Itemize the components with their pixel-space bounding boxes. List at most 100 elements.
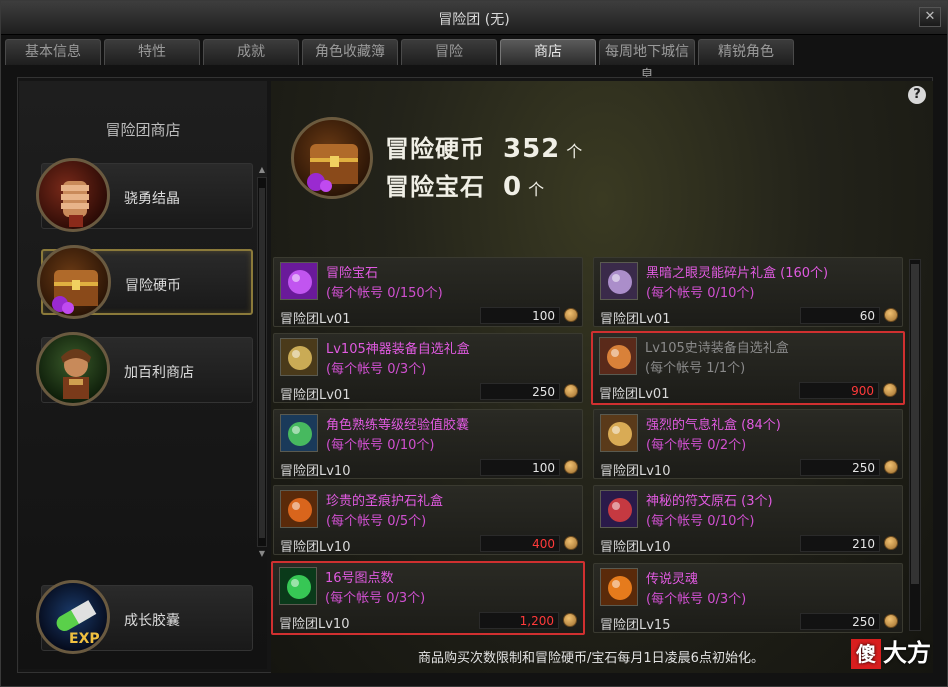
- tab-traits[interactable]: 特性: [104, 39, 200, 65]
- category-label: 加百利商店: [124, 365, 194, 381]
- coin-icon: [884, 308, 898, 322]
- item-purchase-limit: (每个帐号 1/1个): [645, 361, 746, 376]
- shop-item-card[interactable]: 16号图点数 (每个帐号 0/3个) 冒险团Lv10 1,200: [271, 561, 585, 635]
- item-name: 冒险宝石: [326, 266, 379, 281]
- tab-bar: 基本信息 特性 成就 角色收藏簿 冒险 商店 每周地下城信息 精锐角色: [5, 39, 794, 84]
- coin-icon: [563, 613, 577, 627]
- left-scroll-thumb[interactable]: [259, 188, 265, 538]
- exp-capsule-icon: EXP: [36, 580, 110, 654]
- item-price: 900: [851, 384, 874, 398]
- tab-elite-characters[interactable]: 精锐角色: [698, 39, 794, 65]
- category-valor-crystal[interactable]: 骁勇结晶: [36, 158, 253, 232]
- left-scrollbar[interactable]: [257, 177, 267, 547]
- item-scrollbar[interactable]: [909, 259, 921, 631]
- tab-shop[interactable]: 商店: [500, 39, 596, 65]
- item-level-requirement: 冒险团Lv10: [280, 464, 351, 479]
- shop-item-card[interactable]: 角色熟练等级经验值胶囊 (每个帐号 0/10个) 冒险团Lv10 100: [273, 409, 583, 479]
- shop-item-card[interactable]: 强烈的气息礼盒 (84个) (每个帐号 0/2个) 冒险团Lv10 250: [593, 409, 903, 479]
- category-gabriel-shop[interactable]: 加百利商店: [36, 332, 253, 406]
- tab-weekly-dungeon-info[interactable]: 每周地下城信息: [599, 39, 695, 84]
- item-name: 传说灵魂: [646, 572, 699, 587]
- item-level-requirement: 冒险团Lv10: [279, 617, 350, 632]
- coin-icon: [564, 536, 578, 550]
- shop-item-card[interactable]: Lv105史诗装备自选礼盒 (每个帐号 1/1个) 冒险团Lv01 900: [591, 331, 905, 405]
- item-price-box: 60: [800, 307, 880, 324]
- treasure-chest-icon: [37, 245, 111, 319]
- category-label: 骁勇结晶: [124, 191, 180, 207]
- item-purchase-limit: (每个帐号 0/10个): [646, 514, 755, 529]
- tab-achievements[interactable]: 成就: [203, 39, 299, 65]
- watermark-char: 傻: [851, 639, 881, 669]
- title-bar[interactable]: 冒险团 (无) ✕: [1, 1, 947, 35]
- item-price-box: 250: [480, 383, 560, 400]
- item-purchase-limit: (每个帐号 0/3个): [325, 591, 426, 606]
- item-purchase-limit: (每个帐号 0/10个): [326, 438, 435, 453]
- legendary-soul-icon: [600, 568, 638, 606]
- treasure-chest-icon: [291, 117, 373, 199]
- shop-item-card[interactable]: 冒险宝石 (每个帐号 0/150个) 冒险团Lv01 100: [273, 257, 583, 327]
- category-growth-capsule[interactable]: EXP 成长胶囊: [36, 580, 253, 654]
- shop-item-card[interactable]: 神秘的符文原石 (3个) (每个帐号 0/10个) 冒险团Lv10 210: [593, 485, 903, 555]
- item-name: 黑暗之眼灵能碎片礼盒 (160个): [646, 266, 829, 281]
- left-scroll-down-arrow[interactable]: ▼: [257, 549, 267, 559]
- item-price: 250: [852, 461, 875, 475]
- item-purchase-limit: (每个帐号 0/150个): [326, 286, 443, 301]
- adventure-gem-balance: 冒险宝石 0 个: [385, 167, 545, 202]
- item-level-requirement: 冒险团Lv10: [600, 464, 671, 479]
- coin-icon: [564, 384, 578, 398]
- tab-basic-info[interactable]: 基本信息: [5, 39, 101, 65]
- exp-capsule-icon: [280, 414, 318, 452]
- adventure-gem-label: 冒险宝石: [385, 173, 485, 201]
- adventure-coin-unit: 个: [566, 142, 584, 161]
- item-price-box: 100: [480, 459, 560, 476]
- item-level-requirement: 冒险团Lv01: [280, 388, 351, 403]
- shop-item-card[interactable]: 珍贵的圣痕护石礼盒 (每个帐号 0/5个) 冒险团Lv10 400: [273, 485, 583, 555]
- svg-text:EXP: EXP: [69, 631, 100, 647]
- help-icon[interactable]: ?: [908, 86, 926, 104]
- shop-item-card[interactable]: Lv105神器装备自选礼盒 (每个帐号 0/3个) 冒险团Lv01 250: [273, 333, 583, 403]
- item-level-requirement: 冒险团Lv01: [600, 312, 671, 327]
- item-price: 250: [852, 615, 875, 629]
- item-price: 100: [532, 309, 555, 323]
- green-potion-icon: [279, 567, 317, 605]
- item-level-requirement: 冒险团Lv10: [280, 540, 351, 555]
- coin-icon: [564, 308, 578, 322]
- watermark-text: 大方: [883, 639, 931, 667]
- coin-icon: [884, 536, 898, 550]
- shop-category-title: 冒险团商店: [105, 121, 181, 139]
- category-adventure-coin[interactable]: 冒险硬币: [37, 245, 253, 319]
- item-scroll-thumb[interactable]: [911, 264, 919, 584]
- shop-category-panel: 冒险团商店 骁勇结晶 冒险硬币 加百利商店 EXP 成长胶囊: [19, 81, 267, 669]
- coin-icon: [884, 614, 898, 628]
- item-price: 100: [532, 461, 555, 475]
- gift-box-icon: [600, 262, 638, 300]
- shop-item-card[interactable]: 黑暗之眼灵能碎片礼盒 (160个) (每个帐号 0/10个) 冒险团Lv01 60: [593, 257, 903, 327]
- reset-notice: 商品购买次数限制和冒险硬币/宝石每月1日凌晨6点初始化。: [418, 651, 764, 666]
- tab-character-collection[interactable]: 角色收藏簿: [302, 39, 398, 65]
- item-name: 16号图点数: [325, 571, 394, 586]
- tab-adventure[interactable]: 冒险: [401, 39, 497, 65]
- stigma-stone-icon: [280, 490, 318, 528]
- left-scroll-up-arrow[interactable]: ▲: [257, 165, 267, 175]
- item-name: 角色熟练等级经验值胶囊: [326, 418, 470, 433]
- shop-item-card[interactable]: 传说灵魂 (每个帐号 0/3个) 冒险团Lv15 250: [593, 563, 903, 633]
- adventure-coin-balance: 冒险硬币 352 个: [385, 129, 583, 164]
- item-name: 神秘的符文原石 (3个): [646, 494, 773, 509]
- adventure-team-window: 冒险团 (无) ✕ 基本信息 特性 成就 角色收藏簿 冒险 商店 每周地下城信息…: [0, 0, 948, 687]
- aura-box-icon: [600, 414, 638, 452]
- item-price: 400: [532, 537, 555, 551]
- item-price-box: 250: [800, 459, 880, 476]
- item-purchase-limit: (每个帐号 0/10个): [646, 286, 755, 301]
- close-button[interactable]: ✕: [919, 7, 941, 27]
- item-price-box: 210: [800, 535, 880, 552]
- item-price-box: 900: [799, 382, 879, 399]
- item-purchase-limit: (每个帐号 0/3个): [646, 592, 747, 607]
- coin-icon: [564, 460, 578, 474]
- rune-stone-icon: [600, 490, 638, 528]
- adventure-coin-amount: 352: [503, 134, 561, 164]
- item-price-box: 1,200: [479, 612, 559, 629]
- coin-icon: [883, 383, 897, 397]
- item-name: 强烈的气息礼盒 (84个): [646, 418, 781, 433]
- item-price-box: 250: [800, 613, 880, 630]
- window-title: 冒险团 (无): [438, 12, 510, 28]
